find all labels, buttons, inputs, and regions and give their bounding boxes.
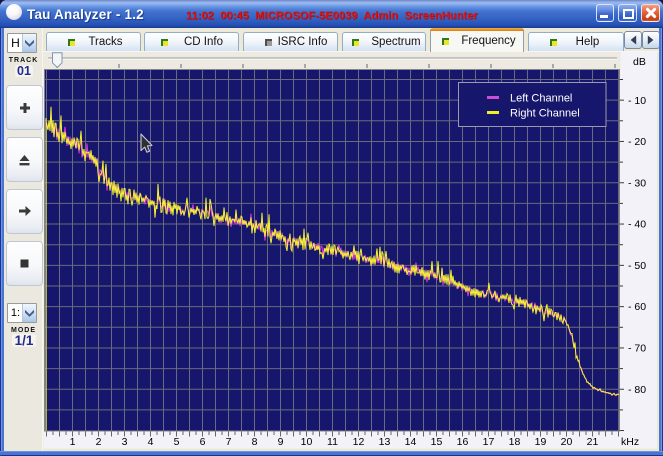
svg-text:- 70: - 70	[628, 343, 646, 355]
svg-text:10: 10	[301, 436, 313, 448]
svg-text:21: 21	[587, 436, 599, 448]
svg-text:12: 12	[353, 436, 365, 448]
svg-text:2: 2	[96, 436, 102, 448]
svg-text:9: 9	[278, 436, 284, 448]
svg-text:13: 13	[379, 436, 391, 448]
svg-text:20: 20	[561, 436, 573, 448]
svg-text:- 10: - 10	[628, 95, 646, 107]
svg-text:18: 18	[509, 436, 521, 448]
svg-text:kHz: kHz	[621, 436, 639, 448]
svg-text:- 50: - 50	[628, 260, 646, 272]
svg-text:11: 11	[327, 436, 338, 448]
svg-text:- 60: - 60	[628, 301, 646, 313]
svg-text:6: 6	[200, 436, 206, 448]
svg-text:17: 17	[483, 436, 495, 448]
svg-text:- 30: - 30	[628, 177, 646, 189]
svg-text:dB: dB	[633, 56, 646, 68]
svg-text:16: 16	[457, 436, 469, 448]
svg-text:Left Channel: Left Channel	[510, 93, 572, 105]
svg-text:1: 1	[70, 436, 76, 448]
svg-text:7: 7	[226, 436, 232, 448]
svg-text:15: 15	[431, 436, 443, 448]
svg-text:- 20: - 20	[628, 136, 646, 148]
svg-text:- 80: - 80	[628, 384, 646, 396]
svg-text:4: 4	[148, 436, 154, 448]
svg-text:8: 8	[252, 436, 258, 448]
svg-text:5: 5	[174, 436, 180, 448]
svg-text:19: 19	[535, 436, 547, 448]
svg-text:- 40: - 40	[628, 219, 646, 231]
svg-text:14: 14	[405, 436, 417, 448]
svg-text:3: 3	[122, 436, 128, 448]
svg-text:Right Channel: Right Channel	[510, 108, 580, 120]
